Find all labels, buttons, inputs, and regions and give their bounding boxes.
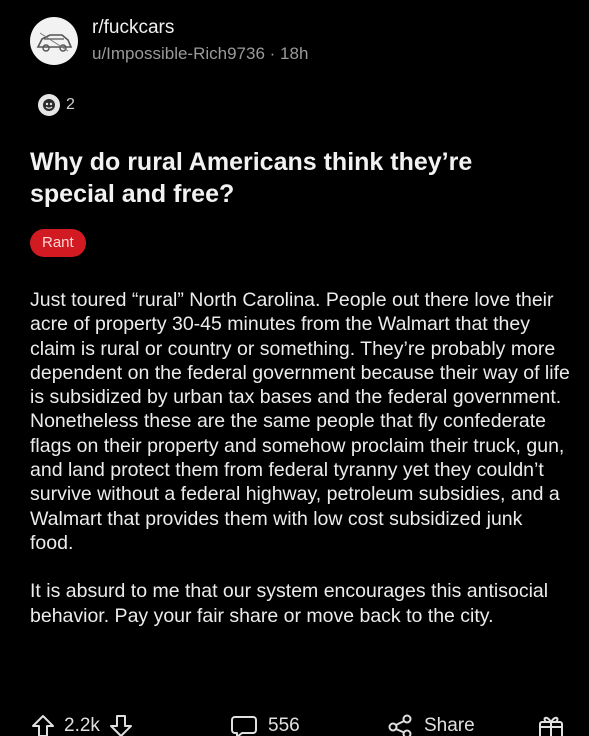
car-sketch-icon xyxy=(36,32,73,52)
upvote-arrow-icon[interactable] xyxy=(30,713,56,736)
gift-icon xyxy=(539,716,563,736)
downvote-arrow-icon[interactable] xyxy=(108,713,134,736)
body-paragraph: Just toured “rural” North Carolina. Peop… xyxy=(30,289,570,554)
award-icon xyxy=(38,94,60,116)
post-title: Why do rural Americans think they’re spe… xyxy=(30,148,473,208)
post-meta: r/fuckcars u/Impossible-Rich9736 · 18h xyxy=(92,16,308,66)
comment-count: 556 xyxy=(268,715,300,736)
action-bar: 2.2k 556 Share xyxy=(30,708,570,736)
vote-score: 2.2k xyxy=(64,715,100,736)
comment-bubble-icon xyxy=(231,716,257,736)
body-paragraph: It is absurd to me that our system encou… xyxy=(30,580,549,627)
flair-badge[interactable]: Rant xyxy=(30,229,86,257)
vote-controls: 2.2k xyxy=(30,713,134,736)
award-count: 2 xyxy=(66,96,75,113)
award-button[interactable] xyxy=(536,712,566,736)
author-byline[interactable]: u/Impossible-Rich9736 · 18h xyxy=(92,42,308,66)
awards-badge[interactable]: 2 xyxy=(38,94,75,116)
post-screen: r/fuckcars u/Impossible-Rich9736 · 18h 2… xyxy=(0,0,589,736)
share-button[interactable]: Share xyxy=(386,713,475,736)
share-icon xyxy=(388,714,412,736)
post-header: r/fuckcars u/Impossible-Rich9736 · 18h xyxy=(30,16,308,66)
share-label: Share xyxy=(424,715,475,736)
subreddit-name[interactable]: r/fuckcars xyxy=(92,16,308,40)
post-body: Just toured “rural” North Carolina. Peop… xyxy=(30,288,570,652)
comments-button[interactable]: 556 xyxy=(230,713,300,736)
subreddit-avatar[interactable] xyxy=(30,17,78,65)
